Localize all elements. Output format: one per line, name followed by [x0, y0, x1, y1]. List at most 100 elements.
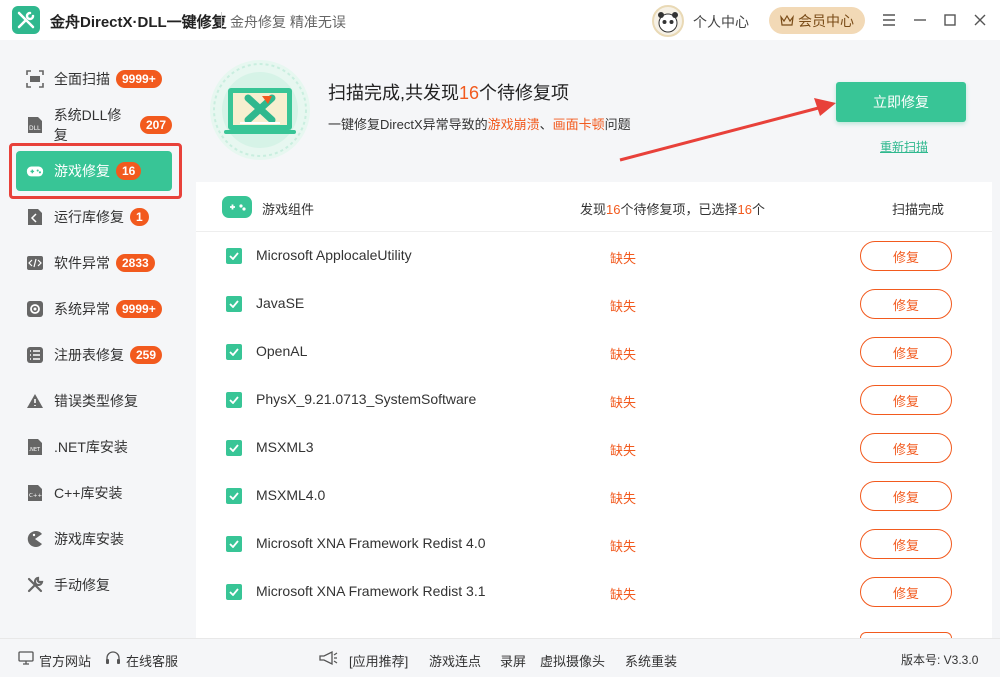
official-website-link[interactable]: 官方网站 — [39, 651, 91, 670]
scan-result-subtitle: 一键修复DirectX异常导致的游戏崩溃、画面卡顿问题 — [328, 114, 631, 133]
sidebar-item-software-error[interactable]: 软件异常 2833 — [16, 243, 172, 283]
app-logo-icon — [12, 6, 40, 34]
repair-button[interactable]: 修复 — [860, 577, 952, 607]
sidebar-item-game-lib-install[interactable]: 游戏库安装 — [16, 519, 172, 559]
component-name: Microsoft ApplocaleUtility — [256, 247, 412, 263]
component-status: 缺失 — [610, 443, 637, 458]
component-status: 缺失 — [610, 347, 637, 362]
component-status: 缺失 — [610, 587, 637, 602]
select-checkbox[interactable] — [226, 440, 242, 456]
repair-button[interactable]: 修复 — [860, 289, 952, 319]
scan-result-title: 扫描完成,共发现16个待修复项 — [328, 79, 569, 105]
scan-status: 扫描完成 — [892, 202, 945, 217]
found-summary: 发现16个待修复项，已选择16个 — [580, 199, 765, 218]
select-checkbox[interactable] — [226, 488, 242, 504]
component-status: 缺失 — [610, 251, 637, 266]
repair-button[interactable]: 修复 — [860, 433, 952, 463]
select-checkbox[interactable] — [226, 344, 242, 360]
list-header-title: 游戏组件 — [262, 202, 315, 217]
footer-link-system-reinstall[interactable]: 系统重装 — [625, 651, 677, 670]
sidebar: 全面扫描 9999+ DLL 系统DLL修复 207 游戏修复 16 运行库修复… — [0, 40, 188, 638]
count-badge: 207 — [139, 116, 172, 134]
footer-link-screen-record[interactable]: 录屏 — [500, 651, 526, 670]
sub-separator: 、 — [539, 117, 553, 132]
version-label: 版本号: V3.3.0 — [901, 653, 979, 667]
sub-highlight-lag: 画面卡顿 — [552, 117, 605, 132]
list-item: Microsoft ApplocaleUtility 缺失 修复 — [196, 232, 992, 280]
component-name: Microsoft XNA Framework Redist 4.0 — [256, 535, 486, 551]
component-status: 缺失 — [610, 395, 637, 410]
count-badge: 2833 — [116, 254, 155, 272]
found-prefix: 发现 — [580, 202, 607, 217]
title-prefix: 扫描完成,共发现 — [328, 83, 460, 103]
fix-now-button[interactable]: 立即修复 — [836, 82, 966, 122]
title-bar: 金舟DirectX·DLL一键修复 金舟修复 精准无误 个人中心 会员中心 — [0, 0, 1000, 40]
repair-button[interactable]: 修复 — [860, 241, 952, 271]
repair-button[interactable]: 修复 — [860, 481, 952, 511]
sidebar-item-registry-repair[interactable]: 注册表修复 259 — [16, 335, 172, 375]
rescan-link[interactable]: 重新扫描 — [880, 138, 928, 155]
list-item: Microsoft XNA Framework Redist 3.1 缺失 修复 — [196, 568, 992, 616]
crown-icon — [780, 13, 794, 29]
footer-bar: 官方网站 在线客服 [应用推荐] 游戏连点 录屏 虚拟摄像头 系统重装 版本号:… — [0, 638, 1000, 677]
title-suffix: 个待修复项 — [479, 83, 570, 103]
repair-button[interactable]: 修复 — [860, 529, 952, 559]
sidebar-item-label: 系统DLL修复 — [53, 107, 122, 143]
runtime-icon — [26, 208, 44, 226]
select-checkbox[interactable] — [226, 392, 242, 408]
sidebar-item-cpp-install[interactable]: C++ C++库安装 — [16, 473, 172, 513]
svg-text:C++: C++ — [29, 493, 42, 499]
user-center-link[interactable]: 个人中心 — [693, 12, 749, 32]
highlight-outline — [9, 143, 182, 199]
repair-button[interactable]: 修复 — [860, 385, 952, 415]
code-icon — [26, 254, 44, 272]
footer-link-virtual-camera[interactable]: 虚拟摄像头 — [540, 651, 605, 670]
gear-icon — [26, 300, 44, 318]
sidebar-item-label: 全面扫描 — [54, 71, 110, 87]
sidebar-item-dotnet-install[interactable]: .NET .NET库安装 — [16, 427, 172, 467]
list-item: MSXML3 缺失 修复 — [196, 424, 992, 472]
dotnet-icon: .NET — [26, 438, 44, 456]
scan-summary: 扫描完成,共发现16个待修复项 一键修复DirectX异常导致的游戏崩溃、画面卡… — [188, 40, 1000, 182]
count-badge: 9999+ — [116, 70, 162, 88]
found-count: 16 — [606, 202, 621, 217]
select-checkbox[interactable] — [226, 584, 242, 600]
select-checkbox[interactable] — [226, 296, 242, 312]
sidebar-item-system-error[interactable]: 系统异常 9999+ — [16, 289, 172, 329]
selected-count: 16 — [737, 202, 752, 217]
sidebar-item-full-scan[interactable]: 全面扫描 9999+ — [16, 59, 172, 99]
repair-button[interactable]: 修复 — [860, 337, 952, 367]
component-name: Microsoft XNA Framework Redist 3.1 — [256, 583, 486, 599]
sub-highlight-crash: 游戏崩溃 — [487, 117, 540, 132]
menu-icon[interactable] — [879, 10, 899, 30]
component-status: 缺失 — [610, 491, 637, 506]
select-checkbox[interactable] — [226, 536, 242, 552]
sidebar-item-error-type-repair[interactable]: 错误类型修复 — [16, 381, 172, 421]
app-recommend-label: [应用推荐] — [349, 654, 409, 669]
sidebar-item-label: 注册表修复 — [54, 347, 124, 363]
main-content: 扫描完成,共发现16个待修复项 一键修复DirectX异常导致的游戏崩溃、画面卡… — [188, 40, 1000, 638]
vip-center-button[interactable]: 会员中心 — [769, 7, 865, 34]
sidebar-item-label: 系统异常 — [54, 301, 110, 317]
sidebar-item-label: C++库安装 — [54, 485, 123, 501]
online-support-link[interactable]: 在线客服 — [126, 651, 178, 670]
avatar[interactable] — [652, 5, 684, 37]
maximize-icon[interactable] — [940, 10, 960, 30]
sidebar-item-label: 运行库修复 — [54, 209, 124, 225]
footer-link-auto-clicker[interactable]: 游戏连点 — [429, 651, 481, 670]
sidebar-item-runtime-repair[interactable]: 运行库修复 1 — [16, 197, 172, 237]
sidebar-item-manual-repair[interactable]: 手动修复 — [16, 565, 172, 605]
sidebar-item-label: 手动修复 — [54, 577, 110, 593]
count-badge: 9999+ — [116, 300, 162, 318]
close-icon[interactable] — [970, 10, 990, 30]
sidebar-item-label: 游戏库安装 — [54, 531, 124, 547]
select-checkbox[interactable] — [226, 248, 242, 264]
component-name: MSXML4.0 — [256, 487, 326, 503]
component-status: 缺失 — [610, 539, 637, 554]
scan-icon — [26, 70, 44, 88]
component-name: OpenAL — [256, 343, 308, 359]
sidebar-item-system-dll[interactable]: DLL 系统DLL修复 207 — [16, 105, 172, 145]
list-item: OpenAL 缺失 修复 — [196, 328, 992, 376]
issue-count: 16 — [459, 83, 480, 103]
minimize-icon[interactable] — [910, 10, 930, 30]
